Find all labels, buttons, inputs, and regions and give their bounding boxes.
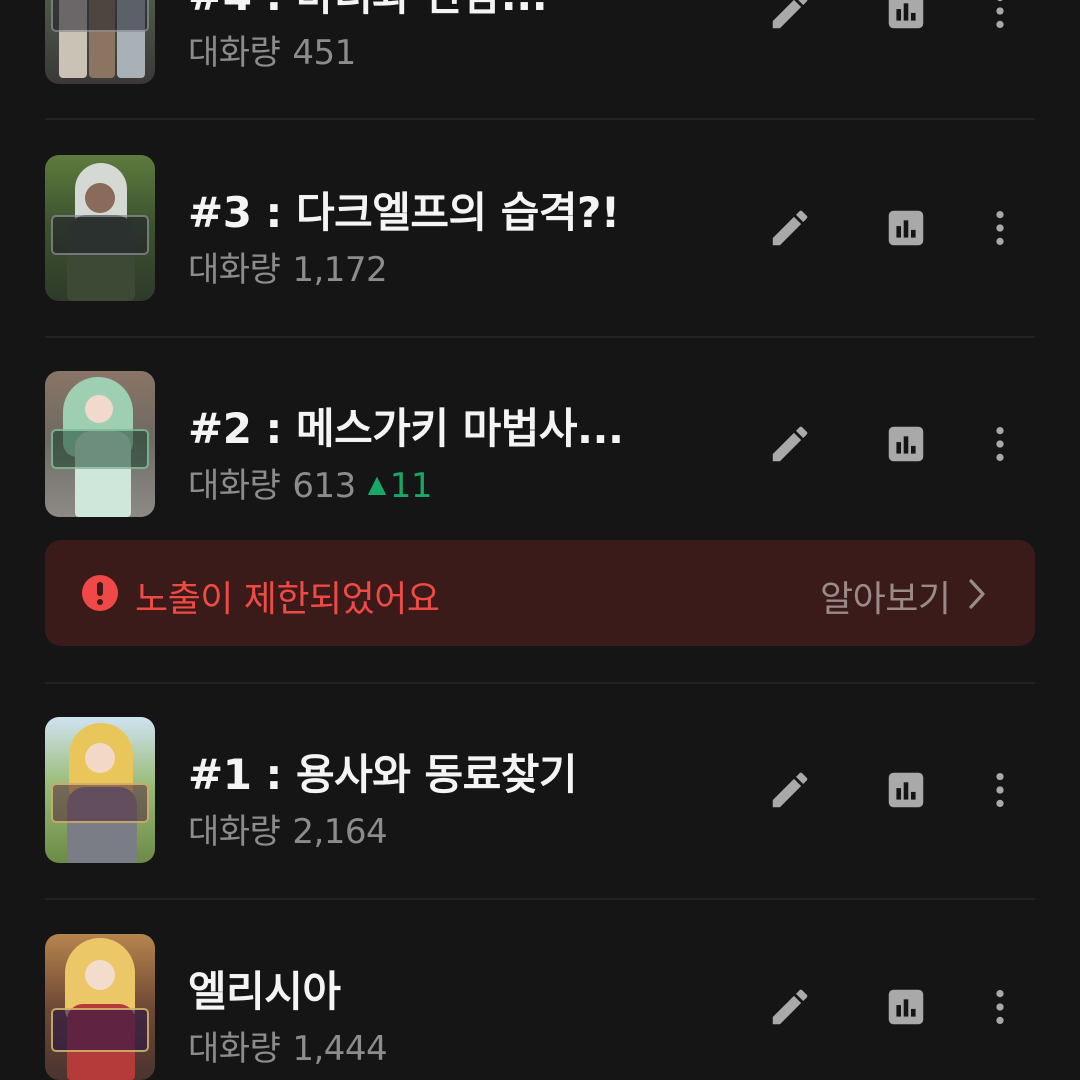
bar-chart-icon[interactable] bbox=[883, 984, 929, 1030]
message-count: 613 bbox=[292, 466, 356, 506]
increase-value: 11 bbox=[389, 466, 433, 506]
pencil-icon[interactable] bbox=[767, 767, 813, 813]
chat-title: #1 : 용사와 동료찾기 bbox=[188, 750, 578, 799]
exclamation-circle-icon bbox=[82, 575, 118, 611]
list-item[interactable]: #2 : 메스가키 마법사... 대화량 613 ▲ 11 bbox=[45, 371, 1035, 517]
pencil-icon[interactable] bbox=[767, 421, 813, 467]
exposure-restricted-banner[interactable]: 노출이 제한되었어요 알아보기 bbox=[45, 540, 1035, 646]
chat-stats: 대화량 1,444 bbox=[188, 1021, 388, 1070]
more-vertical-icon[interactable] bbox=[977, 0, 1023, 34]
chat-thumbnail bbox=[45, 717, 155, 863]
count-increase: ▲ 11 bbox=[367, 466, 433, 506]
chat-title: 엘리시아 bbox=[188, 967, 341, 1016]
chat-title: #2 : 메스가키 마법사... bbox=[188, 404, 624, 453]
bar-chart-icon[interactable] bbox=[883, 421, 929, 467]
more-vertical-icon[interactable] bbox=[977, 984, 1023, 1030]
bar-chart-icon[interactable] bbox=[883, 205, 929, 251]
chat-thumbnail bbox=[45, 155, 155, 301]
chat-title: #4 : 마녀와 만남... bbox=[188, 0, 548, 23]
chat-stats: 대화량 1,172 bbox=[188, 242, 388, 291]
pencil-icon[interactable] bbox=[767, 984, 813, 1030]
meta-label: 대화량 bbox=[188, 812, 281, 852]
divider bbox=[45, 118, 1035, 120]
message-count: 451 bbox=[292, 33, 356, 73]
chevron-right-icon[interactable] bbox=[967, 578, 987, 610]
chat-thumbnail bbox=[45, 934, 155, 1080]
alert-message: 노출이 제한되었어요 bbox=[135, 579, 440, 620]
chat-stats: 대화량 451 bbox=[188, 25, 356, 74]
chat-stats: 대화량 2,164 bbox=[188, 804, 388, 853]
list-item[interactable]: 엘리시아 대화량 1,444 bbox=[45, 934, 1035, 1080]
up-triangle-icon: ▲ bbox=[367, 470, 386, 498]
more-vertical-icon[interactable] bbox=[977, 767, 1023, 813]
bar-chart-icon[interactable] bbox=[883, 0, 929, 34]
divider bbox=[45, 682, 1035, 684]
pencil-icon[interactable] bbox=[767, 0, 813, 34]
chat-title: #3 : 다크엘프의 습격?! bbox=[188, 188, 620, 237]
list-item[interactable]: #1 : 용사와 동료찾기 대화량 2,164 bbox=[45, 717, 1035, 863]
more-vertical-icon[interactable] bbox=[977, 205, 1023, 251]
meta-label: 대화량 bbox=[188, 250, 281, 290]
chat-stats: 대화량 613 ▲ 11 bbox=[188, 458, 432, 507]
meta-label: 대화량 bbox=[188, 33, 281, 73]
chat-thumbnail bbox=[45, 371, 155, 517]
meta-label: 대화량 bbox=[188, 466, 281, 506]
list-item[interactable]: #3 : 다크엘프의 습격?! 대화량 1,172 bbox=[45, 155, 1035, 301]
pencil-icon[interactable] bbox=[767, 205, 813, 251]
divider bbox=[45, 898, 1035, 900]
more-vertical-icon[interactable] bbox=[977, 421, 1023, 467]
learn-more-link[interactable]: 알아보기 bbox=[820, 570, 951, 622]
message-count: 1,444 bbox=[292, 1029, 388, 1069]
message-count: 1,172 bbox=[292, 250, 388, 290]
divider bbox=[45, 336, 1035, 338]
chat-thumbnail bbox=[45, 0, 155, 84]
message-count: 2,164 bbox=[292, 812, 388, 852]
meta-label: 대화량 bbox=[188, 1029, 281, 1069]
list-item[interactable]: #4 : 마녀와 만남... 대화량 451 bbox=[45, 0, 1035, 84]
bar-chart-icon[interactable] bbox=[883, 767, 929, 813]
